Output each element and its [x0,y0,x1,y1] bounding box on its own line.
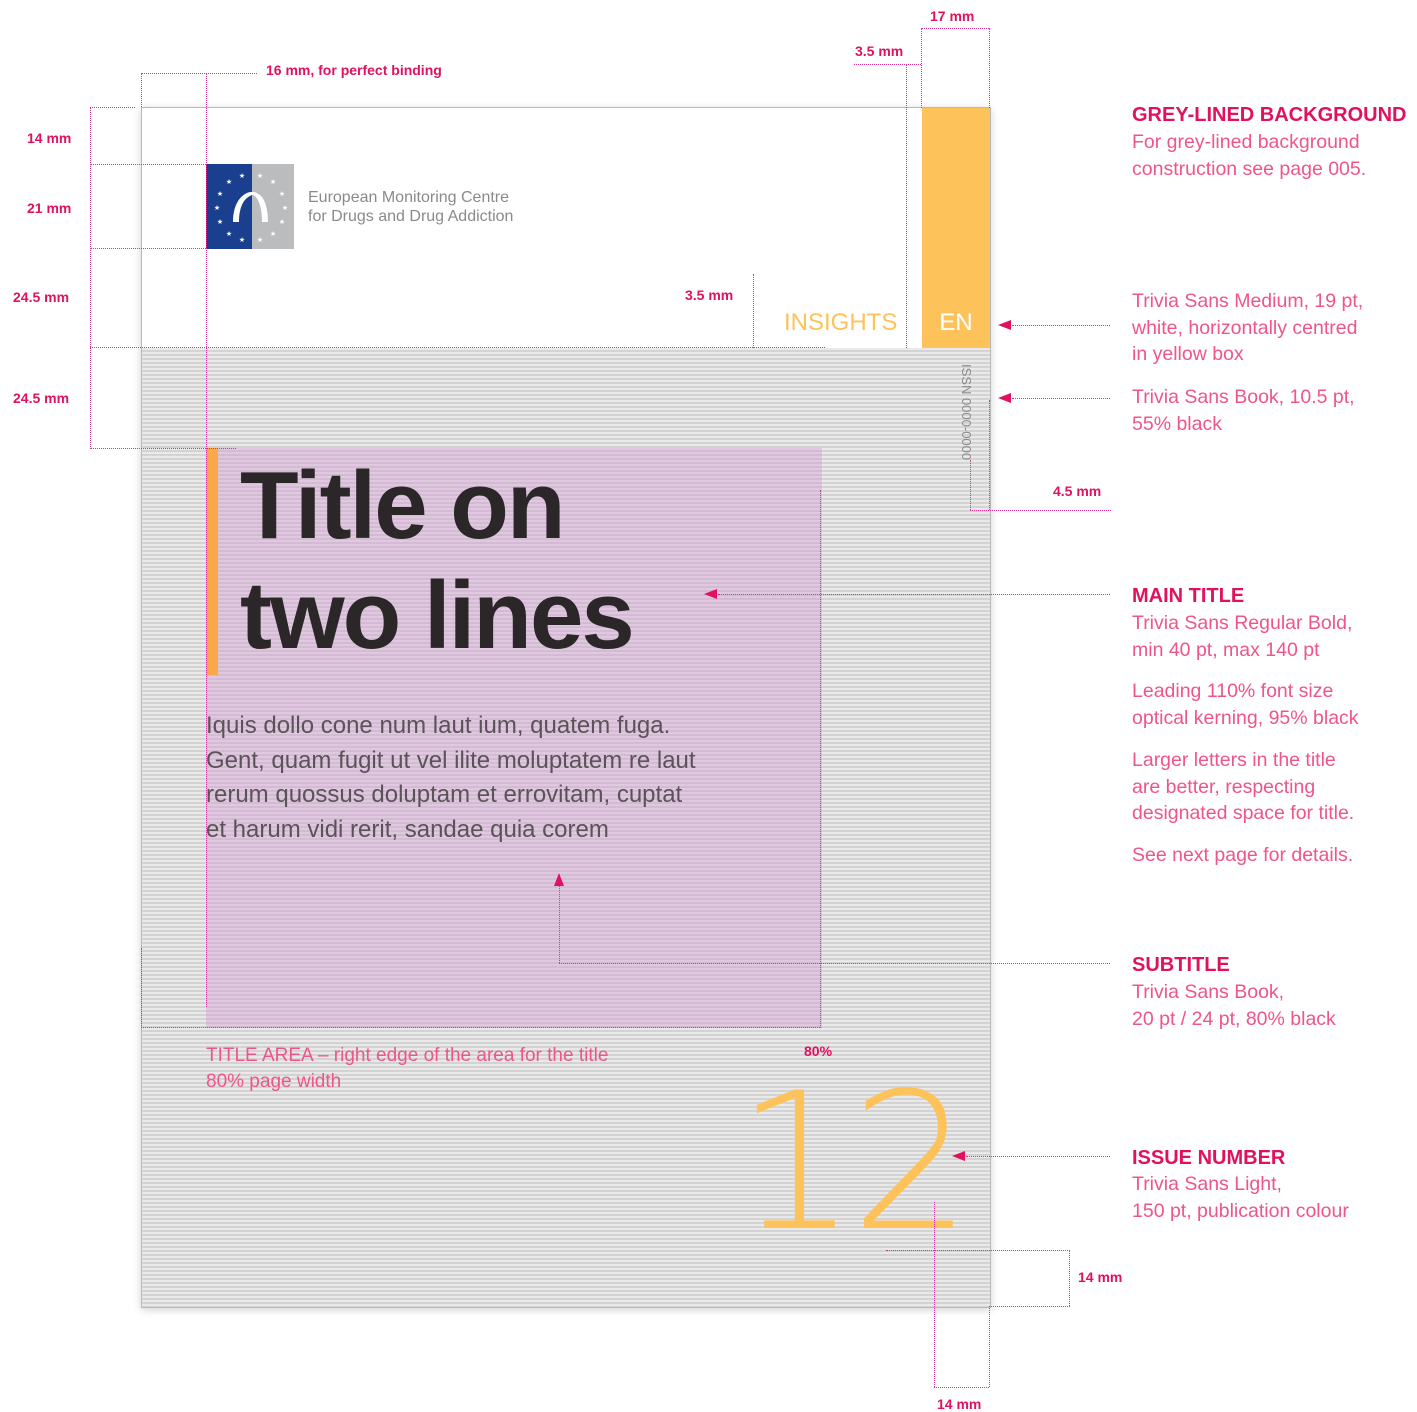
title-line-1: Title on [240,452,566,559]
subtitle-heading: SUBTITLE [1132,954,1230,976]
dim-spine-gap: 3.5 mm [855,43,904,59]
note-line: white, horizontally centred [1132,316,1358,339]
subtitle-line: et harum vidi rerit, sandae quia corem [206,815,609,843]
note-line: in yellow box [1132,343,1244,365]
subtitle-pointer-icon [554,873,564,886]
dim-title-area-width: 80% [804,1043,833,1059]
dim-spine-width: 17 mm [930,8,975,24]
svg-text:★: ★ [239,236,245,244]
issn-note: Trivia Sans Book, 10.5 pt, 55% black [1132,384,1355,437]
note-line: 20 pt / 24 pt, 80% black [1132,1007,1336,1030]
note-line: optical kerning, 95% black [1132,706,1359,729]
main-title-leading-note: Leading 110% font size optical kerning, … [1132,678,1359,731]
main-title: Title on two lines [240,451,635,671]
dim-number-bottom: 14 mm [1078,1269,1123,1285]
note-line: Larger letters in the title [1132,749,1336,771]
note-line: Trivia Sans Book, 10.5 pt, [1132,386,1355,408]
dim-header-band: 24.5 mm [13,289,70,305]
svg-text:★: ★ [226,178,232,186]
main-title-note: Trivia Sans Regular Bold, min 40 pt, max… [1132,610,1352,663]
title-area-note-line2: 80% page width [206,1071,342,1092]
svg-text:★: ★ [257,236,263,244]
note-line: Trivia Sans Medium, 19 pt, [1132,290,1364,312]
note-line: For grey-lined background [1132,131,1360,153]
subtitle-note: Trivia Sans Book, 20 pt / 24 pt, 80% bla… [1132,979,1336,1032]
note-line: Trivia Sans Regular Bold, [1132,612,1353,634]
svg-text:★: ★ [270,230,276,238]
grey-background-note: For grey-lined background construction s… [1132,129,1366,182]
grey-background-heading: GREY-LINED BACKGROUND [1132,104,1407,126]
svg-text:★: ★ [217,218,223,226]
svg-text:★: ★ [214,204,220,212]
note-line: min 40 pt, max 140 pt [1132,638,1320,661]
svg-text:★: ★ [257,172,263,180]
title-area-note-line1: TITLE AREA – right edge of the area for … [206,1045,609,1066]
dim-title-offset: 24.5 mm [13,390,70,406]
logo-text-line2: for Drugs and Drug Addiction [308,208,514,225]
language-code: EN [939,309,973,336]
main-title-advice-note: Larger letters in the title are better, … [1132,747,1354,827]
svg-text:★: ★ [226,230,232,238]
note-line: 55% black [1132,412,1222,435]
series-label: INSIGHTS [784,309,898,336]
main-title-pointer-icon [704,589,717,599]
title-line-2: two lines [240,562,635,669]
subtitle-line: Iquis dollo cone num laut ium, quatem fu… [206,712,671,739]
issn-pointer-icon [998,393,1011,403]
svg-text:★: ★ [270,178,276,186]
cover-page: ★ ★ ★ ★ ★ ★ ★ ★ ★ ★ ★ ★ ★ ★ European Monitoring C… [141,107,991,1308]
dim-insights-gap: 3.5 mm [685,287,734,303]
language-code-note: Trivia Sans Medium, 19 pt, white, horizo… [1132,288,1363,368]
title-area-note: TITLE AREA – right edge of the area for … [206,1043,608,1095]
issn-number: ISSN 0000-0000 [959,364,974,461]
see-next-page-note: See next page for details. [1132,844,1354,866]
dim-issn-offset: 4.5 mm [1053,483,1102,499]
subtitle: Iquis dollo cone num laut ium, quatem fu… [206,709,696,847]
dim-binding-margin: 16 mm, for perfect binding [266,62,442,78]
note-line: are better, respecting [1132,775,1316,798]
note-line: Trivia Sans Book, [1132,981,1285,1003]
issue-number-heading: ISSUE NUMBER [1132,1147,1286,1169]
svg-text:★: ★ [239,172,245,180]
note-line: construction see page 005. [1132,157,1367,180]
dim-logo-height: 21 mm [27,200,72,216]
emcdda-emblem-icon: ★★★ ★★★ ★★★ ★★★ ★★ [206,164,294,249]
note-line: 150 pt, publication colour [1132,1199,1349,1222]
subtitle-line: Gent, quam fugit ut vel ilite moluptatem… [206,746,696,774]
logo-text-line1: European Monitoring Centre [308,189,510,206]
svg-text:★: ★ [282,204,288,212]
emcdda-logo: ★ ★ ★ ★ ★ ★ ★ ★ ★ ★ ★ ★ ★ ★ [206,164,294,249]
note-line: designated space for title. [1132,802,1355,824]
svg-text:★: ★ [217,190,223,198]
language-code-pointer-icon [998,320,1011,330]
svg-text:★: ★ [279,218,285,226]
dim-top-margin: 14 mm [27,130,72,146]
note-line: Leading 110% font size [1132,680,1334,702]
subtitle-line: rerum quossus doluptam et errovitam, cup… [206,781,683,808]
issue-number: 12 [736,1052,972,1273]
issue-number-pointer-icon [952,1151,965,1161]
logo-text: European Monitoring Centre for Drugs and… [308,188,513,226]
issue-number-note: Trivia Sans Light, 150 pt, publication c… [1132,1171,1349,1224]
title-accent-bar [206,448,218,675]
dim-number-right: 14 mm [937,1396,982,1412]
svg-text:★: ★ [279,190,285,198]
main-title-heading: MAIN TITLE [1132,585,1245,607]
note-line: Trivia Sans Light, [1132,1173,1282,1195]
